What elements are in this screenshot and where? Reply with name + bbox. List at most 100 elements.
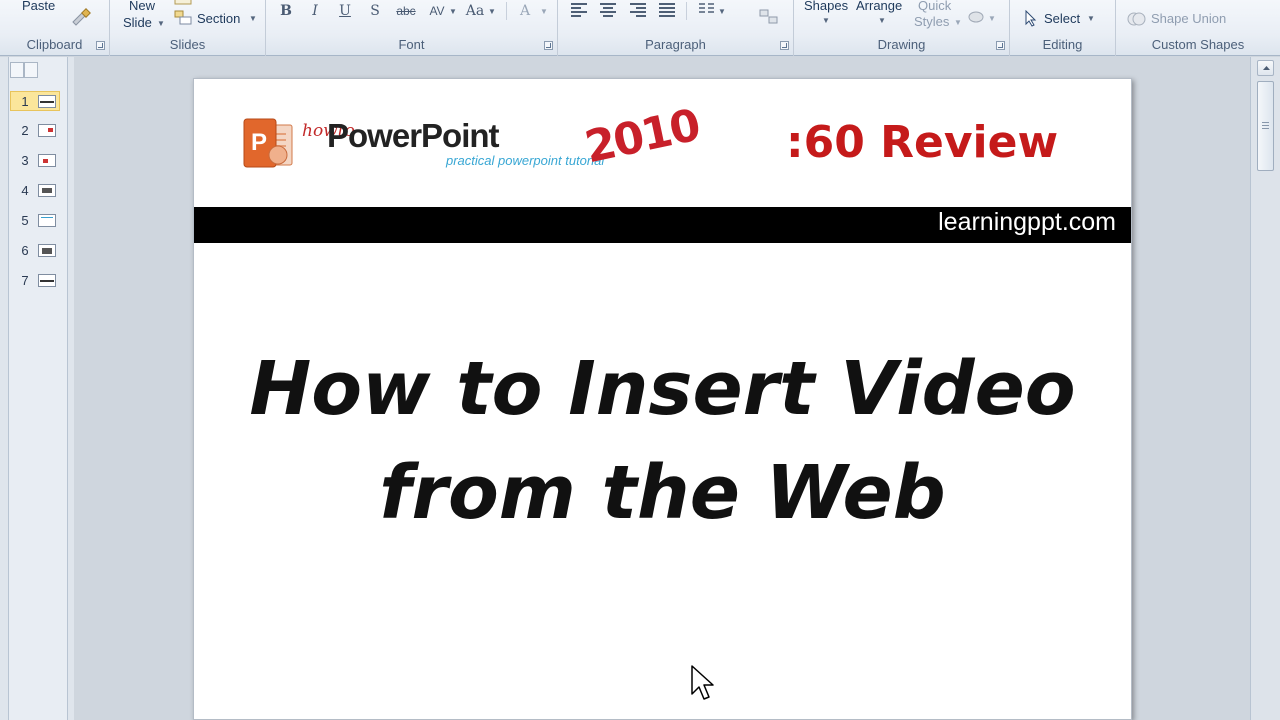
drawing-dialog-launcher-icon[interactable] [996, 41, 1005, 50]
align-right-icon[interactable] [630, 3, 646, 17]
slide-thumbnail-image [38, 184, 56, 197]
paste-button[interactable]: Paste [22, 0, 55, 13]
outline-tab-icon[interactable] [24, 62, 38, 78]
chevron-up-icon [1263, 66, 1270, 70]
section-dropdown-icon[interactable]: ▼ [249, 14, 257, 23]
change-case-dropdown-icon[interactable]: ▼ [488, 7, 496, 16]
slide-thumbnail-image [38, 274, 56, 287]
slides-tab-icon[interactable] [10, 62, 24, 78]
slide-thumbnail-pane: 1 2 3 4 5 6 7 [0, 57, 74, 720]
slide-number: 6 [21, 243, 29, 258]
slide-editing-area[interactable]: P howto PowerPoint practical powerpoint … [74, 57, 1250, 720]
align-left-icon[interactable] [571, 3, 587, 17]
shape-union-icon [1127, 12, 1146, 26]
font-color-button[interactable]: A [516, 2, 534, 20]
scroll-up-button[interactable] [1257, 60, 1274, 76]
shapes-dropdown-icon[interactable]: ▼ [822, 16, 830, 25]
text-shadow-button[interactable]: S [366, 2, 384, 20]
drawing-group-label: Drawing [877, 37, 926, 52]
paragraph-group: ▼ Paragraph [558, 0, 794, 56]
font-color-dropdown-icon[interactable]: ▼ [540, 7, 548, 16]
banner-website-text: learningppt.com [938, 208, 1116, 236]
slide-thumbnail-3[interactable]: 3 [10, 151, 60, 171]
slide-thumbnail-image [38, 95, 56, 108]
slide-number: 1 [21, 94, 29, 109]
slide-thumbnail-7[interactable]: 7 [10, 271, 60, 291]
paragraph-separator [686, 2, 687, 20]
select-button[interactable]: Select [1044, 11, 1080, 26]
slide-thumbnail-image [38, 154, 56, 167]
slide-number: 7 [21, 273, 29, 288]
mouse-pointer-icon [691, 665, 714, 700]
slide-number: 5 [21, 213, 29, 228]
pane-tabs [10, 62, 40, 78]
arrange-dropdown-icon[interactable]: ▼ [878, 16, 886, 25]
paragraph-dialog-launcher-icon[interactable] [780, 41, 789, 50]
character-spacing-button[interactable]: AV [426, 2, 448, 20]
editing-group-label: Editing [1042, 37, 1083, 52]
new-slide-button[interactable]: Slide [123, 15, 152, 30]
align-center-icon[interactable] [600, 3, 616, 17]
shape-fill-icon[interactable] [966, 8, 988, 26]
clipboard-group-label: Clipboard [26, 37, 83, 52]
columns-dropdown-icon[interactable]: ▼ [718, 7, 726, 16]
arrange-button[interactable]: Arrange [856, 0, 902, 13]
smartart-icon[interactable] [758, 8, 780, 26]
shape-union-button[interactable]: Shape Union [1151, 11, 1226, 26]
slide-thumbnail-4[interactable]: 4 [10, 181, 60, 201]
slide-thumbnail-1[interactable]: 1 [10, 91, 60, 111]
slide-thumbnail-image [38, 244, 56, 257]
vertical-scrollbar[interactable] [1250, 57, 1280, 720]
review-heading: :60 Review [786, 117, 1059, 168]
slide-thumbnail-5[interactable]: 5 [10, 211, 60, 231]
shapes-button[interactable]: Shapes [804, 0, 848, 13]
custom-shapes-group-label: Custom Shapes [1151, 37, 1245, 52]
slide-thumbnail-image [38, 214, 56, 227]
slide-title[interactable]: How to Insert Video from the Web [234, 337, 1091, 545]
slide-title-line-1: How to Insert Video [249, 346, 1076, 432]
format-painter-icon[interactable] [70, 8, 92, 26]
new-slide-dropdown-icon[interactable]: ▼ [157, 19, 165, 28]
slide-number: 4 [21, 183, 29, 198]
shape-fill-dropdown-icon[interactable]: ▼ [988, 14, 996, 23]
slide-thumbnail-2[interactable]: 2 [10, 121, 60, 141]
slide-thumbnail-image [38, 124, 56, 137]
character-spacing-dropdown-icon[interactable]: ▼ [449, 7, 457, 16]
powerpoint-logo-icon: P [243, 118, 293, 168]
slide-number: 2 [21, 123, 29, 138]
quick-styles-dropdown-icon[interactable]: ▼ [954, 18, 962, 27]
current-slide[interactable]: P howto PowerPoint practical powerpoint … [193, 78, 1132, 720]
black-banner: learningppt.com [194, 207, 1131, 243]
change-case-button[interactable]: Aa [463, 2, 487, 20]
font-group: B I U S abc AV ▼ Aa ▼ A ▼ Font [266, 0, 558, 56]
clipboard-dialog-launcher-icon[interactable] [96, 41, 105, 50]
section-button[interactable]: Section [197, 11, 240, 26]
clipboard-group: Paste Clipboard [0, 0, 110, 56]
strikethrough-button[interactable]: abc [394, 2, 418, 20]
justify-icon[interactable] [659, 3, 675, 17]
svg-text:P: P [251, 129, 267, 156]
slides-group-label: Slides [169, 37, 206, 52]
slide-thumbnail-6[interactable]: 6 [10, 241, 60, 261]
quick-styles-label-top[interactable]: Quick [918, 0, 951, 13]
slide-title-line-2: from the Web [379, 450, 946, 536]
font-separator [506, 2, 507, 20]
select-dropdown-icon[interactable]: ▼ [1087, 14, 1095, 23]
italic-button[interactable]: I [306, 2, 324, 20]
new-slide-label-top[interactable]: New [129, 0, 155, 13]
underline-button[interactable]: U [336, 2, 354, 20]
select-cursor-icon [1025, 10, 1037, 27]
logo-powerpoint-text: PowerPoint [327, 117, 500, 154]
editing-group: Select ▼ Editing [1010, 0, 1116, 56]
scrollbar-thumb[interactable] [1257, 81, 1274, 171]
quick-styles-button[interactable]: Styles [914, 14, 949, 29]
drawing-group: Shapes ▼ Arrange ▼ Quick Styles ▼ ▼ Draw… [794, 0, 1010, 56]
logo-tagline: practical powerpoint tutorial [446, 153, 605, 168]
layout-icon[interactable] [174, 0, 194, 6]
section-icon [174, 10, 192, 25]
paragraph-group-label: Paragraph [645, 37, 706, 52]
bold-button[interactable]: B [277, 2, 295, 20]
ribbon: Paste Clipboard New Slide ▼ Section ▼ Sl… [0, 0, 1280, 56]
font-dialog-launcher-icon[interactable] [544, 41, 553, 50]
columns-icon[interactable] [698, 2, 716, 18]
